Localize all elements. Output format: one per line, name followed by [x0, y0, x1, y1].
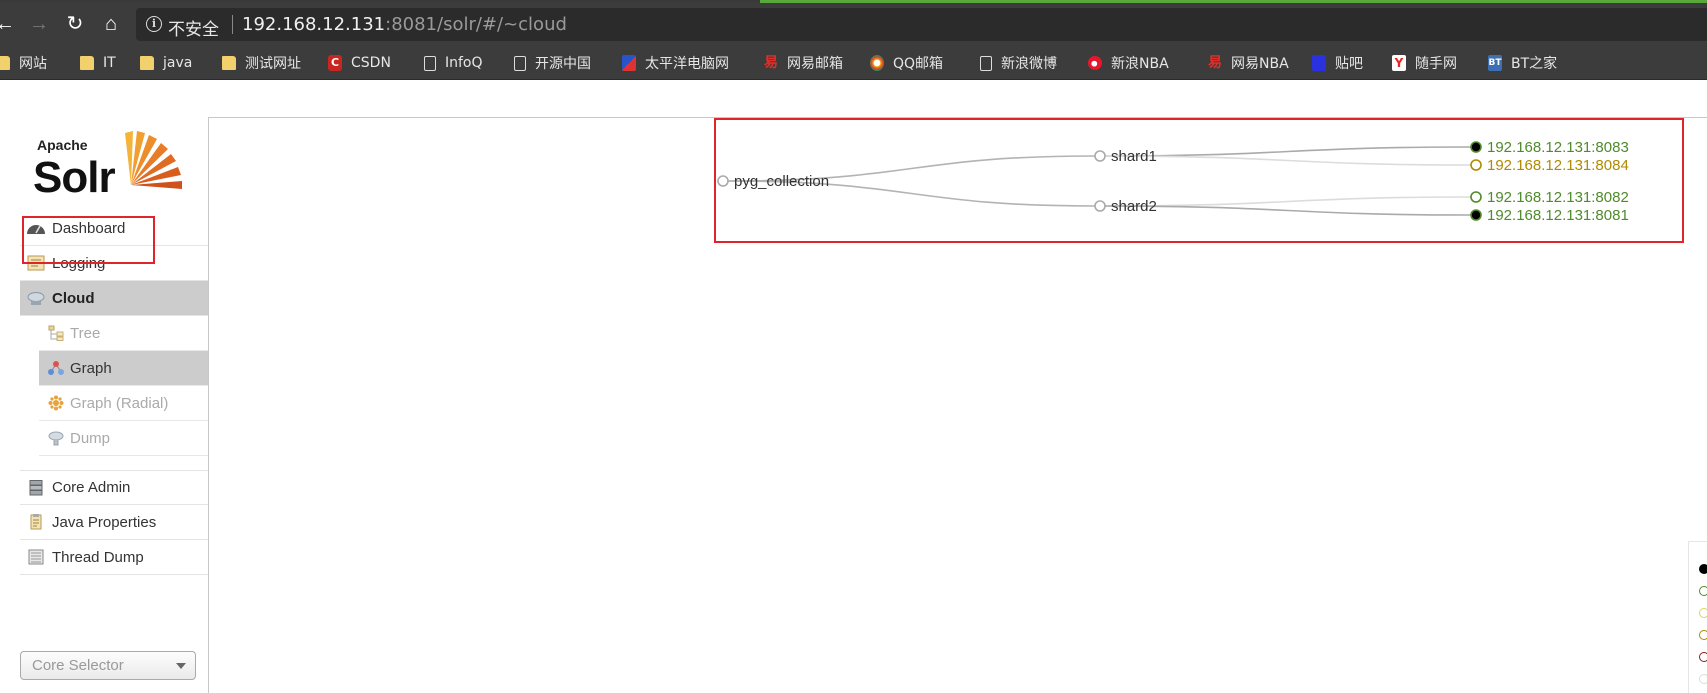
browser-window: ← → ↻ ⌂ i 不安全 192.168.12.131:8081/solr/#…	[0, 0, 1707, 693]
cloud-graph: pyg_collectionshard1192.168.12.131:80831…	[717, 139, 1629, 224]
graph-annotation-box	[714, 118, 1684, 243]
